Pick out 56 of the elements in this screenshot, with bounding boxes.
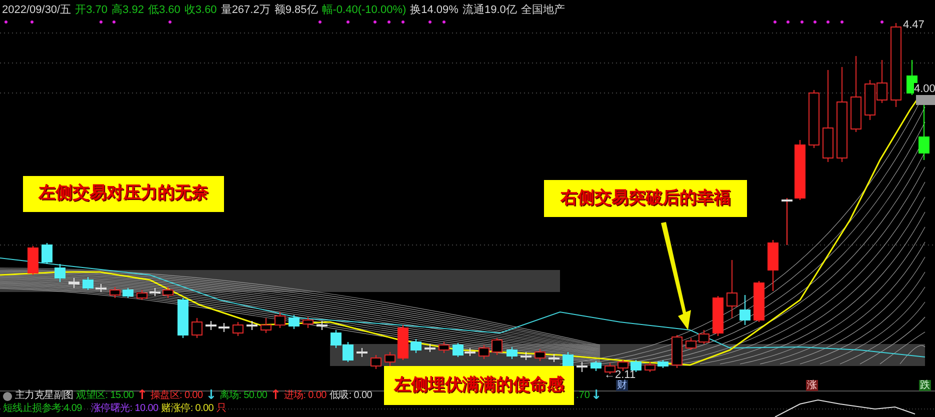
signal-dot bbox=[800, 20, 804, 24]
indicator-value: 进场: 0.00 bbox=[284, 389, 326, 403]
indicator-value: 观望区: 15.00 bbox=[76, 389, 134, 402]
price-label: 4.47 bbox=[903, 19, 924, 31]
collapse-icon[interactable] bbox=[3, 392, 12, 400]
signal-dot bbox=[30, 20, 34, 24]
price-label: ←2.11 bbox=[604, 369, 636, 381]
signal-dot bbox=[100, 20, 102, 24]
signal-dot bbox=[826, 20, 830, 24]
marker-badge: 跌 bbox=[919, 380, 931, 391]
signal-dot bbox=[112, 20, 116, 24]
marker-badge: 财 bbox=[616, 380, 628, 391]
signal-dot bbox=[442, 20, 446, 24]
indicator-value: 赌涨停: 0.00 bbox=[161, 402, 214, 416]
quote-field: 收3.60 bbox=[184, 3, 217, 17]
signal-dot bbox=[388, 20, 390, 24]
indicator-value: 低吸: 0.00 bbox=[329, 389, 372, 403]
stop-loss-label: 短线止损参考:4.09 bbox=[3, 402, 82, 416]
signal-dot bbox=[786, 20, 790, 24]
signal-dot bbox=[880, 20, 884, 24]
signal-dot bbox=[774, 20, 776, 24]
subchart-title: 主力克星副图 bbox=[15, 389, 74, 402]
quote-field: 额9.85亿 bbox=[274, 3, 318, 17]
indicator-value: 涨停曙光: 10.00 bbox=[90, 402, 158, 416]
signal-dot bbox=[814, 20, 816, 24]
signal-dot bbox=[840, 20, 844, 24]
marker-badge: 涨 bbox=[806, 380, 818, 391]
quote-field: 流通19.0亿 bbox=[462, 3, 517, 17]
price-marker bbox=[916, 95, 935, 105]
signal-dot bbox=[168, 20, 172, 24]
quote-field: 开3.70 bbox=[75, 3, 108, 17]
signal-dot bbox=[4, 20, 8, 24]
annotation-label: 右侧交易突破后的幸福 bbox=[544, 180, 747, 217]
annotation-label: 左侧埋伏满满的使命感 bbox=[384, 366, 574, 405]
trend-arrow: ↓ bbox=[590, 389, 602, 403]
signal-dot bbox=[402, 20, 404, 24]
quote-field: 低3.60 bbox=[148, 3, 180, 17]
trend-arrow: ↑ bbox=[270, 389, 281, 403]
quote-field: 全国地产 bbox=[520, 3, 565, 17]
indicator-value: 只 bbox=[216, 402, 226, 416]
signal-dot bbox=[428, 20, 432, 24]
quote-field: 换14.09% bbox=[410, 3, 458, 17]
indicator-value: 操盘区: 0.00 bbox=[150, 389, 203, 402]
quote-field: 量267.2万 bbox=[220, 3, 270, 17]
date-label: 2022/09/30/五 bbox=[2, 3, 72, 17]
signal-dot bbox=[318, 20, 322, 24]
indicator-value: 离场: 50.00 bbox=[219, 389, 268, 403]
indicator-value: .70 bbox=[576, 389, 590, 403]
price-label: 4.00 bbox=[914, 83, 935, 95]
trend-arrow: ↑ bbox=[136, 389, 148, 403]
trend-arrow: ↓ bbox=[206, 389, 216, 403]
signal-dot bbox=[346, 20, 350, 24]
quote-field: 幅-0.40(-10.00%) bbox=[322, 3, 406, 17]
quote-field: 高3.92 bbox=[112, 3, 144, 17]
annotation-label: 左侧交易对压力的无奈 bbox=[23, 176, 224, 212]
signal-dot bbox=[374, 20, 376, 24]
